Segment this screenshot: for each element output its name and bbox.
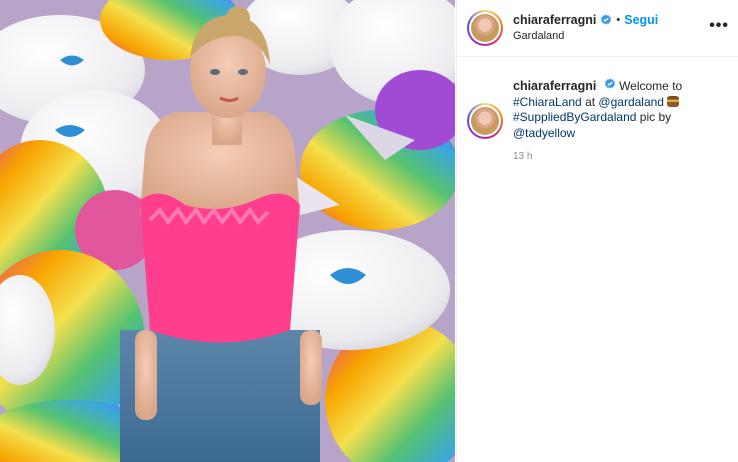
hashtag-link[interactable]: #SuppliedByGardaland bbox=[513, 110, 636, 124]
mention-link[interactable]: @gardaland bbox=[598, 95, 664, 109]
caption-text-1: Welcome to bbox=[619, 79, 683, 93]
post-details-panel: chiaraferragni • Segui Gardaland ••• chi… bbox=[456, 0, 738, 462]
post-author-info: chiaraferragni • Segui Gardaland bbox=[513, 13, 658, 42]
author-username[interactable]: chiaraferragni bbox=[513, 13, 596, 27]
post-image bbox=[0, 0, 455, 462]
separator-dot: • bbox=[616, 14, 621, 26]
mention-link[interactable]: @tadyellow bbox=[513, 126, 575, 140]
caption-at-word: at bbox=[585, 94, 596, 109]
caption-text: chiaraferragni Welcome to #ChiaraLand at… bbox=[513, 78, 733, 141]
pancake-emoji-icon bbox=[667, 95, 680, 107]
more-options-icon[interactable]: ••• bbox=[709, 17, 729, 35]
verified-badge-icon bbox=[601, 14, 612, 25]
verified-badge-icon bbox=[604, 78, 615, 89]
caption-avatar[interactable] bbox=[467, 103, 503, 139]
avatar[interactable] bbox=[467, 10, 503, 46]
post-header: chiaraferragni • Segui Gardaland ••• bbox=[457, 0, 738, 57]
post-photo[interactable] bbox=[0, 0, 455, 462]
hashtag-link[interactable]: #ChiaraLand bbox=[513, 95, 582, 109]
caption-username[interactable]: chiaraferragni bbox=[513, 79, 596, 93]
post-timestamp[interactable]: 13 h bbox=[513, 151, 532, 162]
caption-text-2: pic by bbox=[639, 110, 672, 124]
location-link[interactable]: Gardaland bbox=[513, 30, 658, 42]
follow-button[interactable]: Segui bbox=[624, 13, 658, 27]
